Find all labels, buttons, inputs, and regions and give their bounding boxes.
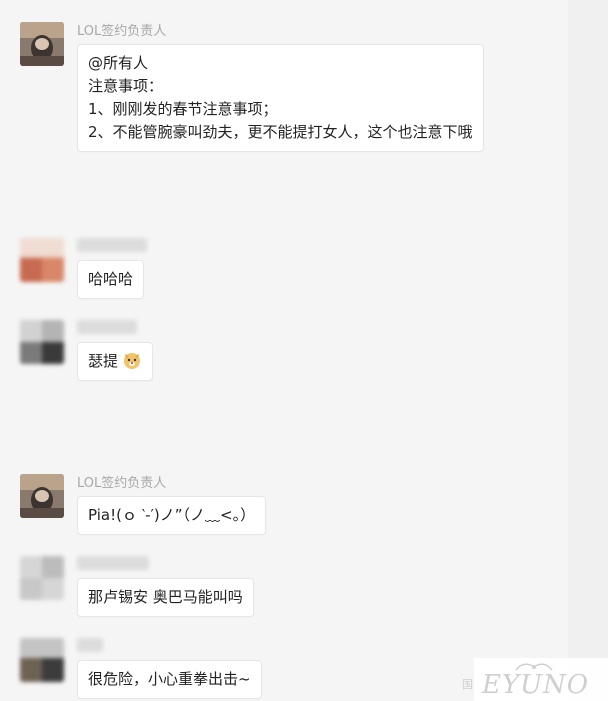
dog-face-icon [122, 350, 142, 370]
chat-area: LOL签约负责人 @所有人 注意事项： 1、刚刚发的春节注意事项； 2、不能管腕… [0, 0, 568, 701]
message-bubble[interactable]: Pia!(ｏ ‵-′)ノ”（ノ﹏<。） [77, 496, 267, 535]
sender-name-blurred [77, 320, 137, 334]
message-line: Pia!(ｏ ‵-′)ノ”（ノ﹏<。） [88, 506, 256, 524]
avatar[interactable] [20, 474, 64, 518]
watermark-text: EYUNO [482, 670, 590, 700]
sender-name-blurred [77, 556, 149, 570]
message-line: 2、不能管腕豪叫劲夫，更不能提打女人，这个也注意下哦 [88, 123, 473, 141]
message-bubble[interactable]: 瑟提 [77, 342, 154, 381]
avatar[interactable] [20, 320, 64, 364]
avatar[interactable] [20, 556, 64, 600]
sender-name-blurred [77, 638, 103, 652]
message-line: 1、刚刚发的春节注意事项； [88, 100, 278, 118]
message-line: 那卢锡安 奥巴马能叫吗 [88, 588, 243, 606]
message-bubble[interactable]: 哈哈哈 [77, 260, 145, 299]
avatar[interactable] [20, 238, 64, 282]
message-line: 瑟提 [88, 352, 119, 370]
sender-name: LOL签约负责人 [77, 24, 167, 39]
message-bubble[interactable]: 很危险，小心重拳出击~ [77, 660, 262, 699]
message-line: 很危险，小心重拳出击~ [88, 670, 251, 688]
message-line: @所有人 [88, 54, 149, 72]
sender-name: LOL签约负责人 [77, 476, 167, 491]
watermark: 国 EYUNO [462, 658, 608, 701]
message-line: 哈哈哈 [88, 270, 134, 288]
message-bubble[interactable]: @所有人 注意事项： 1、刚刚发的春节注意事项； 2、不能管腕豪叫劲夫，更不能提… [77, 44, 484, 152]
scrollbar-track[interactable] [568, 0, 608, 701]
sender-name-blurred [77, 238, 147, 252]
message-line: 注意事项： [88, 77, 164, 95]
watermark-prefix: 国 [462, 678, 473, 691]
avatar[interactable] [20, 22, 64, 66]
avatar[interactable] [20, 638, 64, 682]
message-bubble[interactable]: 那卢锡安 奥巴马能叫吗 [77, 578, 254, 617]
